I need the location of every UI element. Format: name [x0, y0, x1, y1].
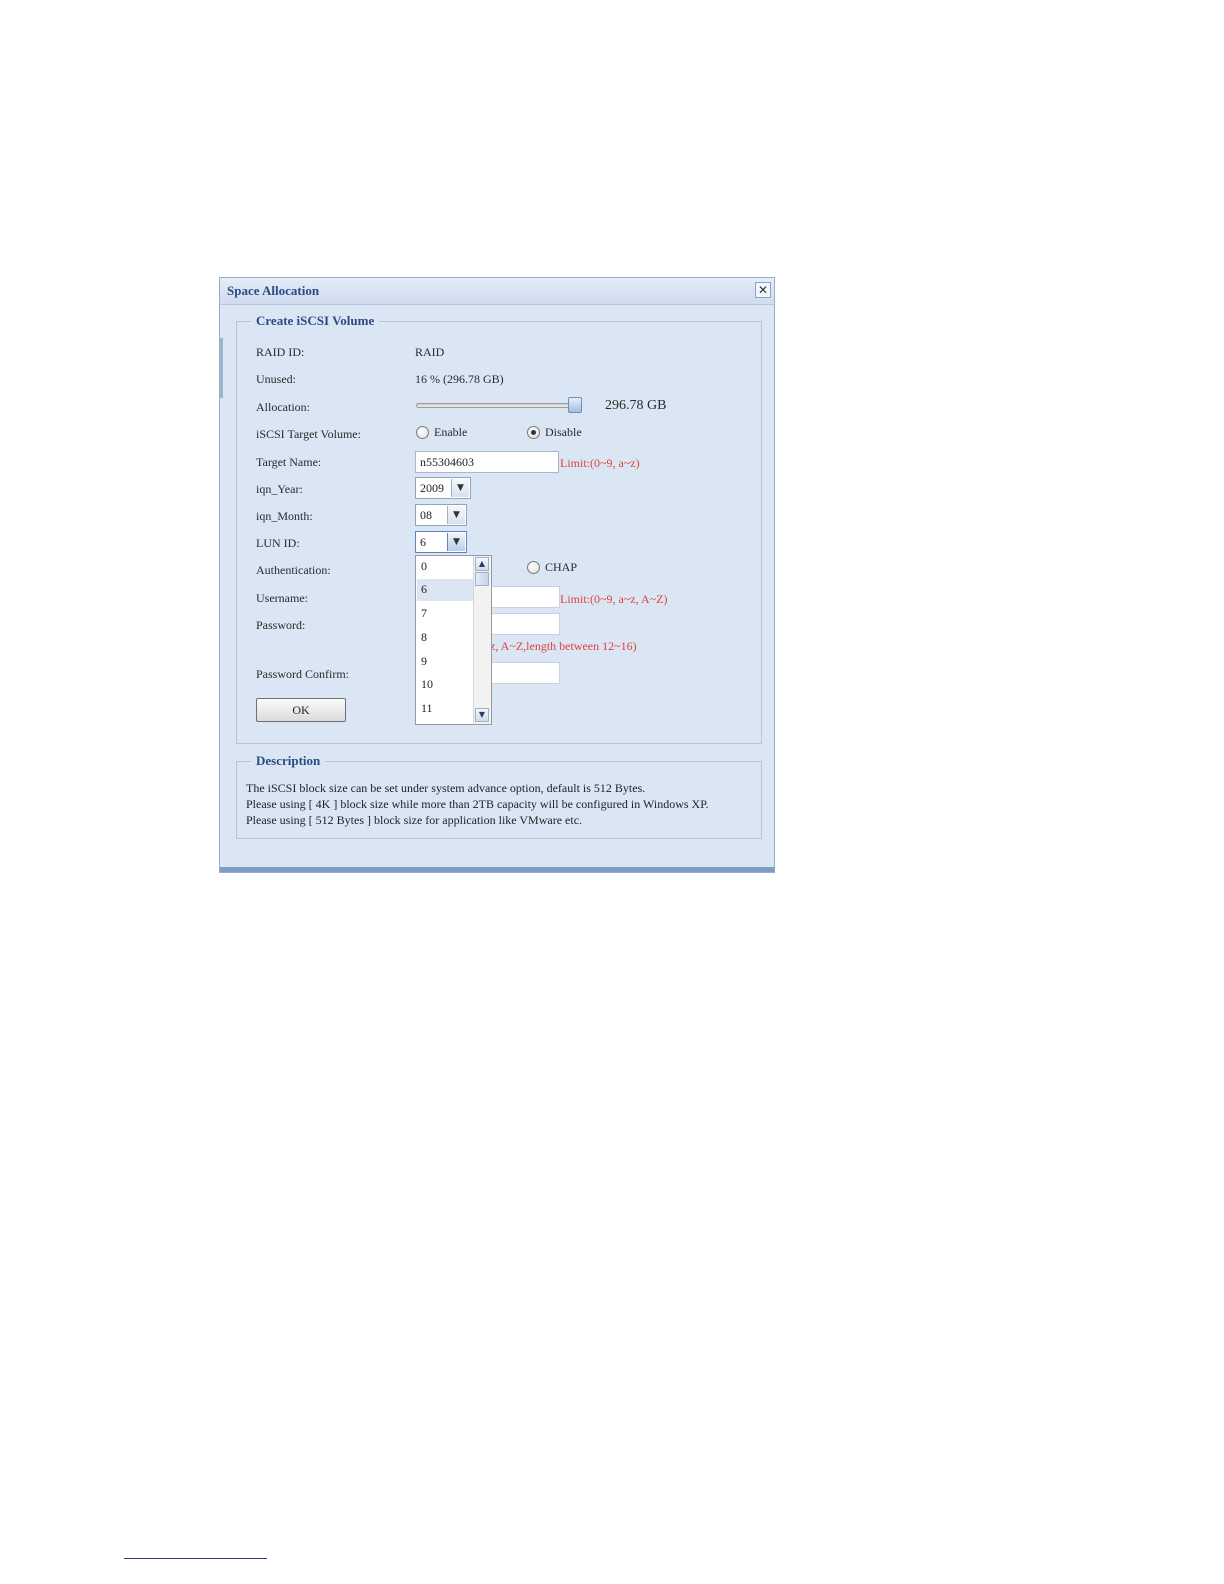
dropdown-option[interactable]: 10	[417, 674, 474, 696]
close-icon[interactable]: ✕	[755, 282, 771, 298]
chap-label: CHAP	[545, 560, 578, 574]
unused-value: 16 % (296.78 GB)	[415, 372, 504, 386]
dialog-title: Space Allocation	[227, 283, 320, 298]
dropdown-scrollbar[interactable]: ▲ ▼	[473, 556, 491, 724]
section-title: Create iSCSI Volume	[256, 313, 375, 328]
password-confirm-label: Password Confirm:	[256, 667, 349, 681]
lun-id-select[interactable]: 6 ▼	[415, 531, 467, 553]
scroll-down-icon[interactable]: ▼	[475, 708, 489, 722]
unused-label: Unused:	[256, 372, 296, 386]
description-line: The iSCSI block size can be set under sy…	[246, 781, 646, 795]
raid-id-value: RAID	[415, 345, 445, 359]
chevron-down-icon[interactable]: ▼	[451, 479, 469, 497]
target-name-input[interactable]: n55304603	[415, 451, 559, 473]
iqn-year-select[interactable]: 2009 ▼	[415, 477, 471, 499]
target-name-limit: Limit:(0~9, a~z)	[560, 456, 640, 470]
footnote-divider	[124, 1558, 267, 1559]
dialog-titlebar: Space Allocation ✕	[220, 278, 774, 305]
iqn-year-label: iqn_Year:	[256, 482, 303, 496]
lun-id-value: 6	[420, 535, 426, 549]
scrollbar-thumb[interactable]	[475, 572, 489, 586]
dropdown-option[interactable]: 7	[417, 603, 474, 625]
space-allocation-dialog: Space Allocation ✕ Create iSCSI Volume R…	[219, 277, 775, 873]
target-volume-label: iSCSI Target Volume:	[256, 427, 361, 441]
enable-radio[interactable]	[416, 426, 429, 439]
iqn-month-select[interactable]: 08 ▼	[415, 504, 467, 526]
dropdown-option[interactable]: 9	[417, 651, 474, 673]
username-limit: Limit:(0~9, a~z, A~Z)	[560, 592, 668, 606]
lun-id-label: LUN ID:	[256, 536, 300, 550]
dialog-edge-stripe	[220, 338, 223, 398]
allocation-slider[interactable]	[416, 403, 576, 408]
allocation-slider-thumb[interactable]	[568, 397, 582, 413]
password-limit: z, A~Z,length between 12~16)	[490, 639, 637, 653]
chap-radio[interactable]	[527, 561, 540, 574]
dropdown-option[interactable]: 11	[417, 698, 474, 720]
allocation-value: 296.78 GB	[605, 398, 667, 413]
password-label: Password:	[256, 618, 306, 632]
allocation-label: Allocation:	[256, 400, 310, 414]
chevron-down-icon[interactable]: ▼	[447, 506, 465, 524]
iqn-month-label: iqn_Month:	[256, 509, 313, 523]
iqn-month-value: 08	[420, 508, 432, 522]
username-label: Username:	[256, 591, 308, 605]
scroll-up-icon[interactable]: ▲	[475, 557, 489, 571]
description-title: Description	[256, 753, 321, 768]
disable-radio[interactable]	[527, 426, 540, 439]
authentication-label: Authentication:	[256, 563, 331, 577]
ok-button[interactable]: OK	[256, 698, 346, 722]
iqn-year-value: 2009	[420, 481, 444, 495]
dropdown-option-highlighted[interactable]: 6	[417, 579, 474, 601]
dropdown-option[interactable]: 8	[417, 627, 474, 649]
dropdown-option[interactable]: 0	[417, 556, 474, 578]
raid-id-label: RAID ID:	[256, 345, 305, 359]
lun-id-dropdown-list[interactable]: 0 6 7 8 9 10 11 ▲ ▼	[415, 555, 492, 725]
chevron-down-icon[interactable]: ▼	[447, 533, 465, 551]
enable-label: Enable	[434, 425, 468, 439]
description-line: Please using [ 4K ] block size while mor…	[246, 797, 709, 811]
disable-label: Disable	[545, 425, 582, 439]
target-name-label: Target Name:	[256, 455, 322, 469]
description-line: Please using [ 512 Bytes ] block size fo…	[246, 813, 583, 827]
